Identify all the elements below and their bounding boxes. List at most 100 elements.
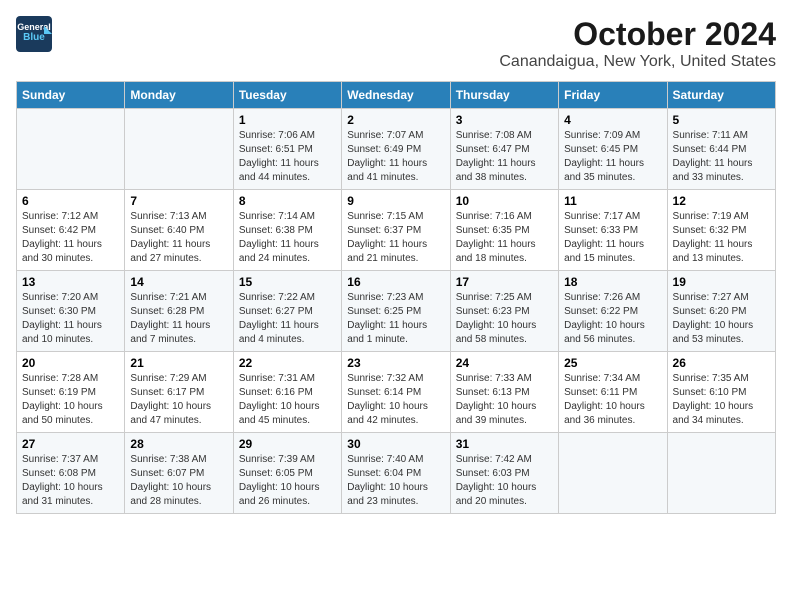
- day-info: Sunrise: 7:21 AMSunset: 6:28 PMDaylight:…: [130, 291, 227, 347]
- week-row-2: 6 Sunrise: 7:12 AMSunset: 6:42 PMDayligh…: [17, 190, 776, 271]
- header-monday: Monday: [125, 82, 233, 109]
- cell-w3-d1: 13 Sunrise: 7:20 AMSunset: 6:30 PMDaylig…: [17, 271, 125, 352]
- day-number: 11: [564, 194, 661, 208]
- day-info: Sunrise: 7:07 AMSunset: 6:49 PMDaylight:…: [347, 129, 444, 185]
- day-number: 7: [130, 194, 227, 208]
- cell-w1-d5: 3 Sunrise: 7:08 AMSunset: 6:47 PMDayligh…: [450, 109, 558, 190]
- day-number: 19: [673, 275, 770, 289]
- day-info: Sunrise: 7:28 AMSunset: 6:19 PMDaylight:…: [22, 372, 119, 428]
- day-number: 22: [239, 356, 336, 370]
- day-number: 28: [130, 437, 227, 451]
- cell-w5-d6: [559, 433, 667, 514]
- cell-w2-d3: 8 Sunrise: 7:14 AMSunset: 6:38 PMDayligh…: [233, 190, 341, 271]
- day-info: Sunrise: 7:39 AMSunset: 6:05 PMDaylight:…: [239, 453, 336, 509]
- day-info: Sunrise: 7:20 AMSunset: 6:30 PMDaylight:…: [22, 291, 119, 347]
- page-header: General Blue October 2024 Canandaigua, N…: [16, 16, 776, 71]
- day-number: 25: [564, 356, 661, 370]
- cell-w1-d7: 5 Sunrise: 7:11 AMSunset: 6:44 PMDayligh…: [667, 109, 775, 190]
- day-info: Sunrise: 7:31 AMSunset: 6:16 PMDaylight:…: [239, 372, 336, 428]
- day-number: 13: [22, 275, 119, 289]
- day-info: Sunrise: 7:13 AMSunset: 6:40 PMDaylight:…: [130, 210, 227, 266]
- day-info: Sunrise: 7:17 AMSunset: 6:33 PMDaylight:…: [564, 210, 661, 266]
- cell-w4-d7: 26 Sunrise: 7:35 AMSunset: 6:10 PMDaylig…: [667, 352, 775, 433]
- day-number: 4: [564, 113, 661, 127]
- day-number: 30: [347, 437, 444, 451]
- cell-w1-d4: 2 Sunrise: 7:07 AMSunset: 6:49 PMDayligh…: [342, 109, 450, 190]
- cell-w4-d6: 25 Sunrise: 7:34 AMSunset: 6:11 PMDaylig…: [559, 352, 667, 433]
- day-number: 24: [456, 356, 553, 370]
- cell-w4-d4: 23 Sunrise: 7:32 AMSunset: 6:14 PMDaylig…: [342, 352, 450, 433]
- cell-w2-d2: 7 Sunrise: 7:13 AMSunset: 6:40 PMDayligh…: [125, 190, 233, 271]
- title-section: October 2024 Canandaigua, New York, Unit…: [499, 16, 776, 71]
- day-info: Sunrise: 7:38 AMSunset: 6:07 PMDaylight:…: [130, 453, 227, 509]
- cell-w3-d4: 16 Sunrise: 7:23 AMSunset: 6:25 PMDaylig…: [342, 271, 450, 352]
- week-row-1: 1 Sunrise: 7:06 AMSunset: 6:51 PMDayligh…: [17, 109, 776, 190]
- day-info: Sunrise: 7:40 AMSunset: 6:04 PMDaylight:…: [347, 453, 444, 509]
- day-number: 27: [22, 437, 119, 451]
- day-number: 2: [347, 113, 444, 127]
- calendar-header-row: Sunday Monday Tuesday Wednesday Thursday…: [17, 82, 776, 109]
- header-friday: Friday: [559, 82, 667, 109]
- month-title: October 2024: [499, 16, 776, 53]
- day-info: Sunrise: 7:23 AMSunset: 6:25 PMDaylight:…: [347, 291, 444, 347]
- cell-w5-d7: [667, 433, 775, 514]
- cell-w5-d4: 30 Sunrise: 7:40 AMSunset: 6:04 PMDaylig…: [342, 433, 450, 514]
- cell-w5-d2: 28 Sunrise: 7:38 AMSunset: 6:07 PMDaylig…: [125, 433, 233, 514]
- day-number: 29: [239, 437, 336, 451]
- calendar-table: Sunday Monday Tuesday Wednesday Thursday…: [16, 81, 776, 514]
- day-info: Sunrise: 7:09 AMSunset: 6:45 PMDaylight:…: [564, 129, 661, 185]
- header-wednesday: Wednesday: [342, 82, 450, 109]
- svg-text:Blue: Blue: [23, 32, 45, 43]
- day-number: 5: [673, 113, 770, 127]
- header-thursday: Thursday: [450, 82, 558, 109]
- day-info: Sunrise: 7:15 AMSunset: 6:37 PMDaylight:…: [347, 210, 444, 266]
- logo: General Blue: [16, 16, 52, 52]
- header-saturday: Saturday: [667, 82, 775, 109]
- day-number: 6: [22, 194, 119, 208]
- day-info: Sunrise: 7:33 AMSunset: 6:13 PMDaylight:…: [456, 372, 553, 428]
- day-number: 16: [347, 275, 444, 289]
- day-info: Sunrise: 7:42 AMSunset: 6:03 PMDaylight:…: [456, 453, 553, 509]
- day-info: Sunrise: 7:34 AMSunset: 6:11 PMDaylight:…: [564, 372, 661, 428]
- cell-w3-d5: 17 Sunrise: 7:25 AMSunset: 6:23 PMDaylig…: [450, 271, 558, 352]
- day-number: 10: [456, 194, 553, 208]
- cell-w2-d1: 6 Sunrise: 7:12 AMSunset: 6:42 PMDayligh…: [17, 190, 125, 271]
- day-number: 9: [347, 194, 444, 208]
- cell-w2-d4: 9 Sunrise: 7:15 AMSunset: 6:37 PMDayligh…: [342, 190, 450, 271]
- day-number: 26: [673, 356, 770, 370]
- day-info: Sunrise: 7:29 AMSunset: 6:17 PMDaylight:…: [130, 372, 227, 428]
- day-number: 8: [239, 194, 336, 208]
- day-info: Sunrise: 7:16 AMSunset: 6:35 PMDaylight:…: [456, 210, 553, 266]
- week-row-4: 20 Sunrise: 7:28 AMSunset: 6:19 PMDaylig…: [17, 352, 776, 433]
- day-number: 17: [456, 275, 553, 289]
- cell-w1-d1: [17, 109, 125, 190]
- day-info: Sunrise: 7:27 AMSunset: 6:20 PMDaylight:…: [673, 291, 770, 347]
- cell-w4-d5: 24 Sunrise: 7:33 AMSunset: 6:13 PMDaylig…: [450, 352, 558, 433]
- day-number: 14: [130, 275, 227, 289]
- header-tuesday: Tuesday: [233, 82, 341, 109]
- day-number: 18: [564, 275, 661, 289]
- day-info: Sunrise: 7:37 AMSunset: 6:08 PMDaylight:…: [22, 453, 119, 509]
- day-info: Sunrise: 7:11 AMSunset: 6:44 PMDaylight:…: [673, 129, 770, 185]
- cell-w3-d6: 18 Sunrise: 7:26 AMSunset: 6:22 PMDaylig…: [559, 271, 667, 352]
- day-number: 21: [130, 356, 227, 370]
- cell-w1-d2: [125, 109, 233, 190]
- day-info: Sunrise: 7:26 AMSunset: 6:22 PMDaylight:…: [564, 291, 661, 347]
- cell-w5-d5: 31 Sunrise: 7:42 AMSunset: 6:03 PMDaylig…: [450, 433, 558, 514]
- week-row-3: 13 Sunrise: 7:20 AMSunset: 6:30 PMDaylig…: [17, 271, 776, 352]
- cell-w2-d6: 11 Sunrise: 7:17 AMSunset: 6:33 PMDaylig…: [559, 190, 667, 271]
- day-info: Sunrise: 7:25 AMSunset: 6:23 PMDaylight:…: [456, 291, 553, 347]
- cell-w4-d1: 20 Sunrise: 7:28 AMSunset: 6:19 PMDaylig…: [17, 352, 125, 433]
- cell-w1-d6: 4 Sunrise: 7:09 AMSunset: 6:45 PMDayligh…: [559, 109, 667, 190]
- day-info: Sunrise: 7:32 AMSunset: 6:14 PMDaylight:…: [347, 372, 444, 428]
- logo-icon: General Blue: [16, 16, 52, 52]
- cell-w4-d2: 21 Sunrise: 7:29 AMSunset: 6:17 PMDaylig…: [125, 352, 233, 433]
- day-number: 15: [239, 275, 336, 289]
- day-number: 12: [673, 194, 770, 208]
- day-number: 1: [239, 113, 336, 127]
- cell-w1-d3: 1 Sunrise: 7:06 AMSunset: 6:51 PMDayligh…: [233, 109, 341, 190]
- cell-w4-d3: 22 Sunrise: 7:31 AMSunset: 6:16 PMDaylig…: [233, 352, 341, 433]
- day-number: 3: [456, 113, 553, 127]
- day-info: Sunrise: 7:35 AMSunset: 6:10 PMDaylight:…: [673, 372, 770, 428]
- cell-w5-d1: 27 Sunrise: 7:37 AMSunset: 6:08 PMDaylig…: [17, 433, 125, 514]
